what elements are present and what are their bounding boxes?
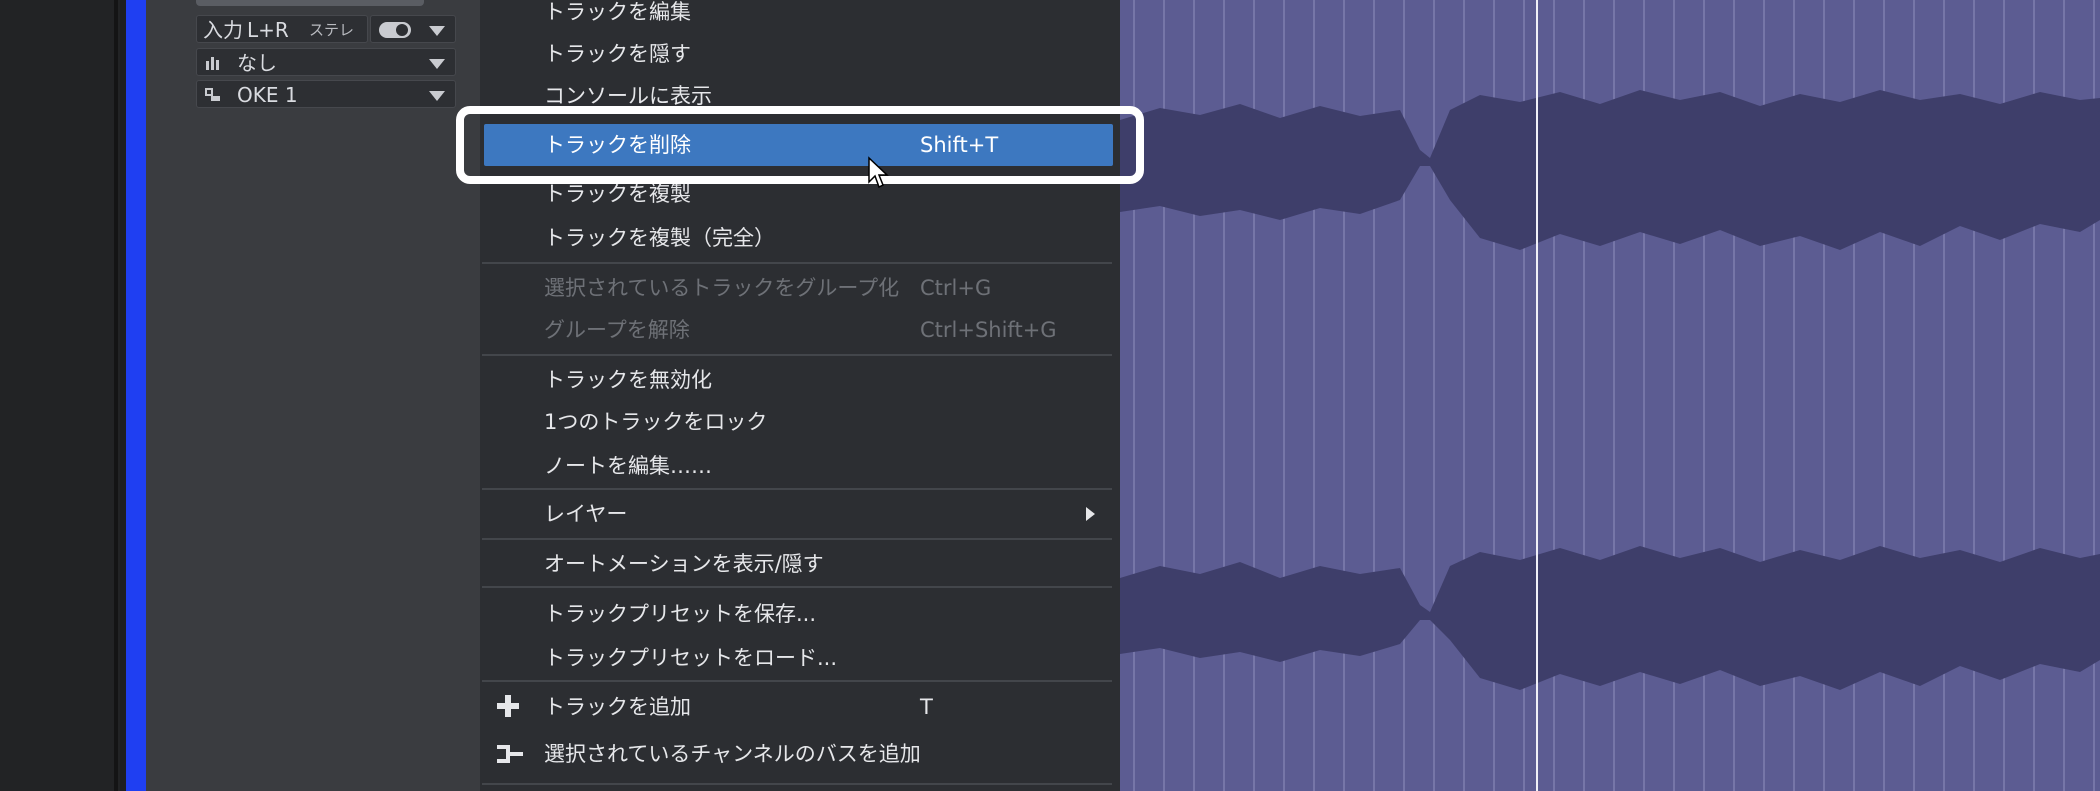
- monitor-toggle[interactable]: [370, 15, 456, 43]
- send-selector[interactable]: なし: [196, 48, 456, 76]
- shortcut-group: Ctrl+G: [920, 276, 992, 300]
- track-color-strip: [126, 0, 146, 791]
- menu-item-ungroup: グループを解除: [544, 318, 690, 342]
- submenu-arrow-icon: [1086, 507, 1095, 521]
- menu-item-add-track[interactable]: トラックを追加: [544, 693, 691, 721]
- plus-icon: [497, 695, 519, 717]
- menu-separator: [482, 262, 1112, 264]
- menu-item-duplicate-track[interactable]: トラックを複製: [544, 180, 691, 208]
- mixer-icon: [206, 57, 219, 70]
- menu-item-edit-track[interactable]: トラックを編集: [544, 0, 691, 26]
- input-label: 入力: [203, 18, 243, 42]
- chevron-down-icon: [429, 59, 445, 69]
- bus-icon: [497, 745, 523, 763]
- menu-item-load-preset[interactable]: トラックプリセットをロード...: [544, 644, 837, 672]
- mouse-cursor-icon: [868, 156, 889, 189]
- highlight-frame: [456, 106, 1144, 184]
- menu-item-disable-track[interactable]: トラックを無効化: [544, 366, 712, 394]
- menu-separator: [482, 783, 1112, 785]
- toggle-icon: [379, 22, 411, 38]
- menu-item-save-preset[interactable]: トラックプリセットを保存...: [544, 600, 816, 628]
- menu-item-edit-notes[interactable]: ノートを編集……: [544, 452, 712, 480]
- track-inspector: 入力 L+R ステレオ なし OKE 1: [146, 0, 480, 791]
- left-panel: [0, 0, 120, 791]
- menu-item-lock-track[interactable]: 1つのトラックをロック: [544, 408, 767, 436]
- output-value: OKE 1: [237, 83, 298, 107]
- input-value: L+R: [247, 18, 289, 42]
- shortcut-ungroup: Ctrl+Shift+G: [920, 318, 1057, 342]
- output-icon: [205, 88, 220, 101]
- menu-item-duplicate-complete[interactable]: トラックを複製（完全）: [544, 224, 775, 252]
- menu-separator: [482, 354, 1112, 356]
- shortcut-add-track: T: [920, 695, 933, 719]
- menu-separator: [482, 488, 1112, 490]
- send-value: なし: [237, 51, 277, 75]
- inspector-top-bar: [196, 0, 424, 6]
- menu-separator: [482, 586, 1112, 588]
- audio-waveform: [1120, 0, 2100, 791]
- menu-item-show-automation[interactable]: オートメーションを表示/隠す: [544, 550, 824, 578]
- output-selector[interactable]: OKE 1: [196, 80, 456, 108]
- chevron-down-icon: [429, 26, 445, 36]
- menu-item-add-bus[interactable]: 選択されているチャンネルのバスを追加: [544, 740, 921, 768]
- menu-item-hide-track[interactable]: トラックを隠す: [544, 40, 691, 68]
- menu-item-layer[interactable]: レイヤー: [544, 500, 627, 528]
- input-selector[interactable]: 入力 L+R ステレオ: [196, 15, 368, 67]
- menu-separator: [482, 538, 1112, 540]
- menu-item-group-selected: 選択されているトラックをグループ化: [544, 276, 900, 300]
- waveform-area[interactable]: [1120, 0, 2100, 791]
- menu-separator: [482, 680, 1112, 682]
- chevron-down-icon: [429, 91, 445, 101]
